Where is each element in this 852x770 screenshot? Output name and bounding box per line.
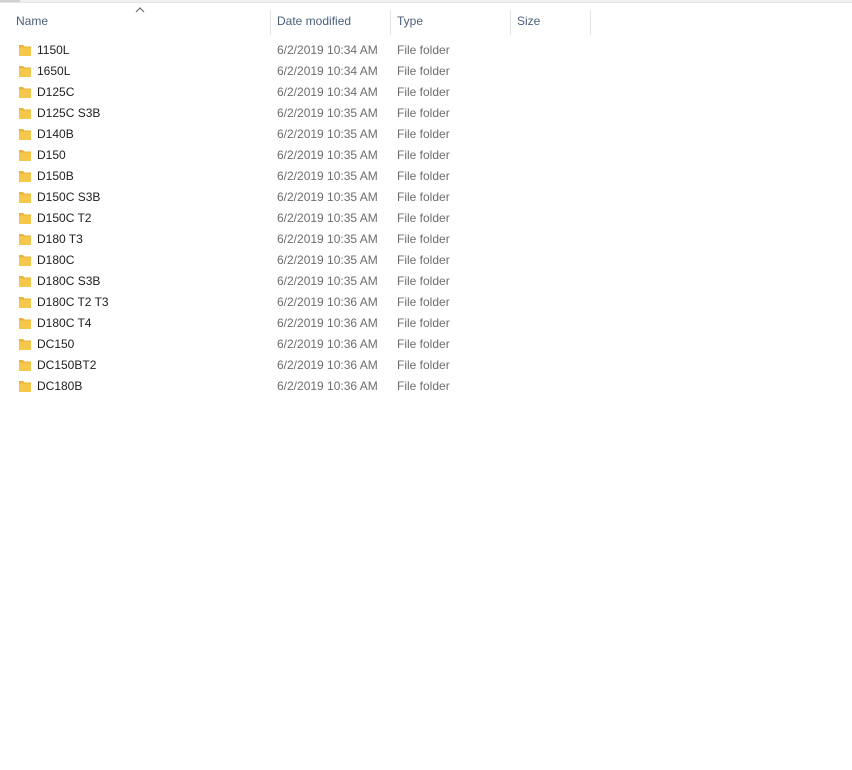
file-type: File folder: [397, 316, 450, 330]
file-row[interactable]: D180C 6/2/2019 10:35 AM File folder: [0, 250, 600, 271]
file-row[interactable]: D180 T3 6/2/2019 10:35 AM File folder: [0, 229, 600, 250]
scroll-indicator: [0, 0, 20, 2]
column-header-bar: Name Date modified Type Size: [0, 8, 600, 35]
file-name: DC150: [37, 337, 75, 351]
file-type: File folder: [397, 64, 450, 78]
file-type: File folder: [397, 43, 450, 57]
folder-icon: [19, 150, 31, 161]
file-name: D150: [37, 148, 66, 162]
folder-icon: [19, 360, 31, 371]
file-name: D180C S3B: [37, 274, 101, 288]
folder-icon: [19, 381, 31, 392]
file-date-modified: 6/2/2019 10:35 AM: [277, 190, 378, 204]
file-date-modified: 6/2/2019 10:35 AM: [277, 232, 378, 246]
file-type: File folder: [397, 253, 450, 267]
column-header-size[interactable]: Size: [511, 8, 591, 35]
file-type: File folder: [397, 106, 450, 120]
file-name: D150C S3B: [37, 190, 101, 204]
file-name: D150C T2: [37, 211, 92, 225]
file-type: File folder: [397, 379, 450, 393]
file-row[interactable]: D140B 6/2/2019 10:35 AM File folder: [0, 124, 600, 145]
file-row[interactable]: 1650L 6/2/2019 10:34 AM File folder: [0, 61, 600, 82]
file-name: 1650L: [37, 64, 71, 78]
file-name: D125C: [37, 85, 75, 99]
file-name: D125C S3B: [37, 106, 101, 120]
file-name: D180C: [37, 253, 75, 267]
file-row[interactable]: D180C T2 T3 6/2/2019 10:36 AM File folder: [0, 292, 600, 313]
file-row[interactable]: DC150BT2 6/2/2019 10:36 AM File folder: [0, 355, 600, 376]
file-type: File folder: [397, 358, 450, 372]
folder-icon: [19, 234, 31, 245]
file-name: D180C T2 T3: [37, 295, 109, 309]
column-header-date-modified[interactable]: Date modified: [271, 8, 391, 35]
file-name: D180 T3: [37, 232, 83, 246]
file-date-modified: 6/2/2019 10:35 AM: [277, 148, 378, 162]
file-date-modified: 6/2/2019 10:35 AM: [277, 253, 378, 267]
file-date-modified: 6/2/2019 10:36 AM: [277, 337, 378, 351]
file-date-modified: 6/2/2019 10:34 AM: [277, 43, 378, 57]
file-row[interactable]: D180C T4 6/2/2019 10:36 AM File folder: [0, 313, 600, 334]
file-type: File folder: [397, 295, 450, 309]
file-type: File folder: [397, 85, 450, 99]
file-name: D150B: [37, 169, 74, 183]
folder-icon: [19, 45, 31, 56]
folder-icon: [19, 129, 31, 140]
file-date-modified: 6/2/2019 10:35 AM: [277, 169, 378, 183]
file-date-modified: 6/2/2019 10:34 AM: [277, 64, 378, 78]
file-row[interactable]: D150 6/2/2019 10:35 AM File folder: [0, 145, 600, 166]
file-name: D140B: [37, 127, 74, 141]
file-type: File folder: [397, 232, 450, 246]
folder-icon: [19, 171, 31, 182]
file-type: File folder: [397, 127, 450, 141]
folder-icon: [19, 255, 31, 266]
folder-icon: [19, 318, 31, 329]
folder-icon: [19, 192, 31, 203]
file-row[interactable]: D150C S3B 6/2/2019 10:35 AM File folder: [0, 187, 600, 208]
file-list: 1150L 6/2/2019 10:34 AM File folder 1650L 6/…: [0, 40, 600, 397]
file-type: File folder: [397, 148, 450, 162]
file-row[interactable]: D150B 6/2/2019 10:35 AM File folder: [0, 166, 600, 187]
file-date-modified: 6/2/2019 10:34 AM: [277, 85, 378, 99]
file-type: File folder: [397, 211, 450, 225]
file-row[interactable]: D150C T2 6/2/2019 10:35 AM File folder: [0, 208, 600, 229]
file-name: 1150L: [37, 43, 70, 57]
column-divider[interactable]: [590, 10, 591, 35]
folder-icon: [19, 108, 31, 119]
file-date-modified: 6/2/2019 10:35 AM: [277, 211, 378, 225]
folder-icon: [19, 339, 31, 350]
folder-icon: [19, 297, 31, 308]
file-date-modified: 6/2/2019 10:36 AM: [277, 358, 378, 372]
file-row[interactable]: D125C 6/2/2019 10:34 AM File folder: [0, 82, 600, 103]
folder-icon: [19, 66, 31, 77]
file-type: File folder: [397, 337, 450, 351]
file-row[interactable]: 1150L 6/2/2019 10:34 AM File folder: [0, 40, 600, 61]
column-header-name[interactable]: Name: [10, 8, 270, 35]
file-type: File folder: [397, 190, 450, 204]
file-type: File folder: [397, 274, 450, 288]
folder-icon: [19, 276, 31, 287]
top-border: [0, 0, 852, 3]
column-header-type[interactable]: Type: [391, 8, 511, 35]
file-explorer-view: Name Date modified Type Size 1150L 6/2/20…: [0, 0, 852, 770]
file-type: File folder: [397, 169, 450, 183]
file-name: DC180B: [37, 379, 83, 393]
file-date-modified: 6/2/2019 10:35 AM: [277, 106, 378, 120]
file-row[interactable]: DC180B 6/2/2019 10:36 AM File folder: [0, 376, 600, 397]
folder-icon: [19, 213, 31, 224]
file-row[interactable]: DC150 6/2/2019 10:36 AM File folder: [0, 334, 600, 355]
file-date-modified: 6/2/2019 10:36 AM: [277, 295, 378, 309]
folder-icon: [19, 87, 31, 98]
file-date-modified: 6/2/2019 10:35 AM: [277, 127, 378, 141]
file-name: DC150BT2: [37, 358, 97, 372]
file-row[interactable]: D125C S3B 6/2/2019 10:35 AM File folder: [0, 103, 600, 124]
file-date-modified: 6/2/2019 10:36 AM: [277, 316, 378, 330]
file-name: D180C T4: [37, 316, 92, 330]
file-date-modified: 6/2/2019 10:35 AM: [277, 274, 378, 288]
file-date-modified: 6/2/2019 10:36 AM: [277, 379, 378, 393]
file-row[interactable]: D180C S3B 6/2/2019 10:35 AM File folder: [0, 271, 600, 292]
